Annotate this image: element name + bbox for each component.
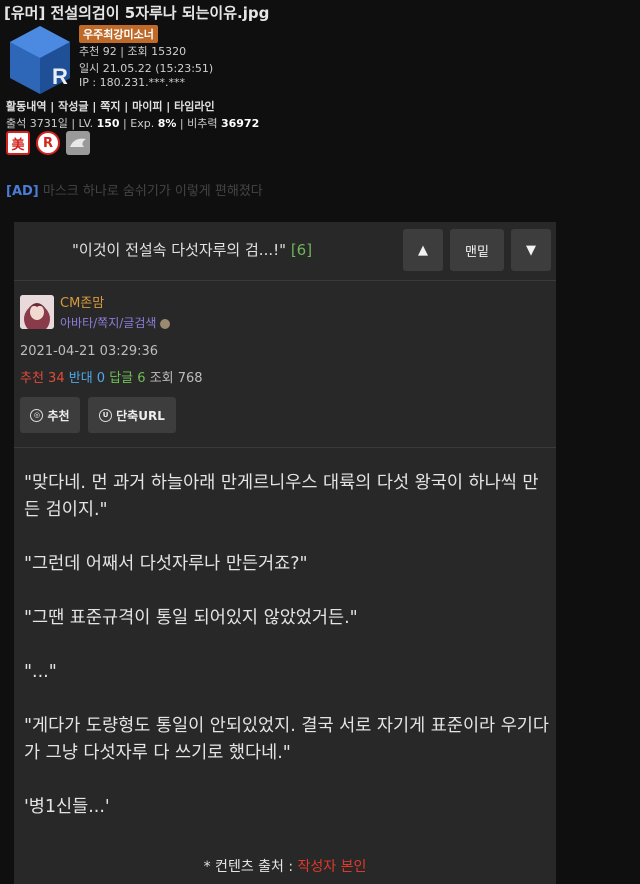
body-line: "그런데 어째서 다섯자루나 만든거죠?" <box>24 554 308 574</box>
post-ip: IP : 180.231.***.*** <box>79 76 186 89</box>
recommend-icon: ◎ <box>30 408 44 422</box>
medal-r-icon: R <box>36 131 60 155</box>
comment-header-title: "이것이 전설속 다섯자루의 검...!" [6] <box>72 241 313 259</box>
body-line: '병1신들...' <box>24 797 110 817</box>
medal-gray-icon <box>66 131 90 155</box>
level-dot-icon <box>160 318 171 329</box>
url-icon: U <box>99 408 113 422</box>
comment-user-block: CM존맘 아바타/쪽지/글검색 2021-04-21 03:29:36 추천 3… <box>14 280 556 448</box>
bottom-button[interactable]: 맨밑 <box>450 229 504 271</box>
svg-text:R: R <box>52 64 68 89</box>
post-datetime: 일시 21.05.22 (15:23:51) <box>79 62 214 75</box>
author-badge[interactable]: 우주최강미소너 <box>79 25 158 43</box>
medal-beauty-icon: 美 <box>6 131 30 155</box>
comment-header: "이것이 전설속 다섯자루의 검...!" [6] ▲ 맨밑 ▼ <box>14 222 556 280</box>
comment-card: "이것이 전설속 다섯자루의 검...!" [6] ▲ 맨밑 ▼ CM존맘 아바… <box>14 222 556 884</box>
ruliweb-logo-icon: R <box>8 24 72 96</box>
user-links[interactable]: 활동내역 | 작성글 | 쪽지 | 마이피 | 타임라인 <box>6 98 215 114</box>
ad-tag: [AD] <box>6 184 39 199</box>
recommend-button[interactable]: ◎ 추천 <box>20 397 80 433</box>
up-arrow-icon[interactable]: ▲ <box>403 229 443 271</box>
reply-count: [6] <box>290 241 313 259</box>
avatar[interactable] <box>20 295 54 329</box>
body-line: "그땐 표준규격이 통일 되어있지 않았었거든." <box>24 608 358 628</box>
medal-row: 美 R <box>6 131 90 155</box>
body-line: "맞다네. 먼 과거 하늘아래 만게르니우스 대륙의 다섯 왕국이 하나씩 만든… <box>24 473 539 520</box>
content-source: * 컨텐츠 출처 : 작성자 본인 <box>203 859 367 875</box>
body-line: "..." <box>24 662 57 682</box>
comment-body: "맞다네. 먼 과거 하늘아래 만게르니우스 대륙의 다섯 왕국이 하나씩 만든… <box>24 470 552 848</box>
post-title: [유머] 전설의검이 5자루나 되는이유.jpg <box>4 4 270 22</box>
comment-date: 2021-04-21 03:29:36 <box>20 344 159 359</box>
comment-user-links[interactable]: 아바타/쪽지/글검색 <box>60 314 171 331</box>
user-stats: 출석 3731일 | LV. 150 | Exp. 8% | 비추력 36972 <box>6 117 260 130</box>
ad-text[interactable]: 마스크 하나로 숨쉬기가 이렇게 편해졌다 <box>43 184 263 199</box>
comment-counts: 추천 34 반대 0 답글 6 조회 768 <box>20 371 203 386</box>
down-arrow-icon[interactable]: ▼ <box>511 229 551 271</box>
comment-user-name[interactable]: CM존맘 <box>60 292 104 311</box>
short-url-button[interactable]: U 단축URL <box>88 397 176 433</box>
body-line: "게다가 도량형도 통일이 안되있었지. 결국 서로 자기게 표준이라 우기다가… <box>24 716 550 763</box>
ad-line[interactable]: [AD] 마스크 하나로 숨쉬기가 이렇게 편해졌다 <box>6 180 263 199</box>
recommend-views: 추천 92 | 조회 15320 <box>79 45 187 58</box>
